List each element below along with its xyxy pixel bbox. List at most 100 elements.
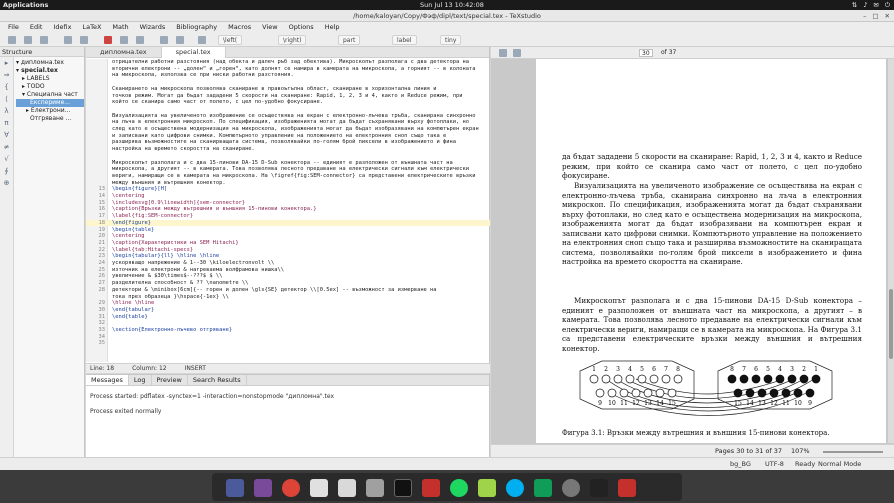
code-line[interactable]: 24 ускоряващо напрежение & 1--30 \kiloel… (86, 260, 490, 266)
menu-options[interactable]: Options (289, 22, 314, 33)
code-line[interactable]: вторични електрони -- „долен“ и „горен“,… (86, 66, 490, 72)
viewer-back-icon[interactable] (499, 49, 507, 57)
tab-messages[interactable]: Messages (86, 375, 129, 385)
inequality-symbols-icon[interactable]: ≠ (0, 141, 13, 153)
tree-item-special-file[interactable]: ▾ special.tex (16, 67, 84, 75)
volume-icon[interactable]: ♪ (863, 0, 867, 10)
menu-help[interactable]: Help (325, 22, 340, 33)
cut-icon[interactable] (104, 36, 112, 44)
delimiter-symbols-icon[interactable]: ⟨ (0, 93, 13, 105)
left-delimiter-dropdown[interactable]: \left( (218, 35, 243, 45)
code-line[interactable]: микроскопа, а другият -- в камерата. Тов… (86, 166, 490, 172)
code-line[interactable]: тока през образеца }\hspace{-1ex} \\ (86, 294, 490, 300)
operator-symbols-icon[interactable]: ⊕ (0, 177, 13, 189)
archive-dock-icon[interactable] (366, 479, 384, 497)
menu-wizards[interactable]: Wizards (140, 22, 166, 33)
code-line[interactable]: отрицателни работни разстояния (над обек… (86, 59, 490, 65)
code-line[interactable]: 22 \label{tab:Hitachi-specs} (86, 247, 490, 253)
pdf-page[interactable]: да бъдат зададени 5 скорости на сканиран… (536, 59, 886, 443)
code-line[interactable]: 19 \begin{table} (86, 227, 490, 233)
menu-macros[interactable]: Macros (228, 22, 251, 33)
maximize-icon[interactable]: □ (872, 10, 878, 22)
viewer-scroll-thumb[interactable] (889, 289, 893, 359)
brace-symbols-icon[interactable]: { (0, 81, 13, 93)
tree-item-todo[interactable]: ▸ TODO (16, 83, 84, 91)
references-dropdown[interactable]: label (392, 35, 417, 45)
system-clock[interactable]: Sun Jul 13 10:42:08 (420, 0, 484, 10)
code-line[interactable]: на лъча в електронния микроскоп. По спец… (86, 119, 490, 125)
chrome-dock-icon[interactable] (282, 479, 300, 497)
code-line[interactable]: 26 увеличение & $30\times$--???$ $ \\ (86, 273, 490, 279)
code-line[interactable]: 35 (86, 340, 490, 346)
close-icon[interactable]: ✕ (885, 10, 890, 22)
menu-math[interactable]: Math (112, 22, 128, 33)
skype-dock-icon[interactable] (506, 479, 524, 497)
code-editor[interactable]: отрицателни работни разстояния (над обек… (86, 59, 490, 362)
code-line[interactable]: 30 \end{tabular} (86, 307, 490, 313)
tab-log[interactable]: Log (129, 375, 152, 385)
tab-preview[interactable]: Preview (152, 375, 188, 385)
code-line[interactable]: 28 детектори & \minibox[6cm]{-- горен и … (86, 287, 490, 293)
page-number-input[interactable]: 30 (639, 49, 653, 57)
terminal-dock-icon[interactable] (394, 479, 412, 497)
right-delimiter-dropdown[interactable]: \right) (278, 35, 307, 45)
code-line[interactable]: 32 (86, 320, 490, 326)
tree-item-annealing[interactable]: Отгряване ... (16, 115, 84, 123)
new-file-icon[interactable] (8, 36, 16, 44)
open-file-icon[interactable] (24, 36, 32, 44)
texmaker-dock-icon[interactable] (254, 479, 272, 497)
integral-symbols-icon[interactable]: ∮ (0, 165, 13, 177)
greek-symbols-icon[interactable]: λ (0, 105, 13, 117)
code-line[interactable]: 17 \label{fig:SEM-connector} (86, 213, 490, 219)
code-line[interactable]: 13 \begin{figure}[H] (86, 186, 490, 192)
code-line[interactable]: точков режим. Могат да бъдат зададени 5 … (86, 93, 490, 99)
pidgin-dock-icon[interactable] (478, 479, 496, 497)
hangouts-dock-icon[interactable] (534, 479, 552, 497)
code-line[interactable]: 16 \caption{Връзки между вътрешния и вън… (86, 206, 490, 212)
code-line[interactable]: 33 \section{Електронно-лъчево отгряване} (86, 327, 490, 333)
zoom-slider[interactable] (823, 451, 883, 453)
settings-dock-icon[interactable] (562, 479, 580, 497)
menu-bibliography[interactable]: Bibliography (176, 22, 217, 33)
mendeley-dock-icon[interactable] (422, 479, 440, 497)
menu-idefix[interactable]: Idefix (53, 22, 71, 33)
menu-latex[interactable]: LaTeX (82, 22, 101, 33)
code-line[interactable]: 20 \centering (86, 233, 490, 239)
root-symbols-icon[interactable]: √ (0, 153, 13, 165)
mendeley-desktop-dock-icon[interactable] (618, 479, 636, 497)
power-icon[interactable]: ⏻ (885, 0, 890, 10)
menu-file[interactable]: File (8, 22, 19, 33)
tree-item-special-part[interactable]: ▾ Специална част (16, 91, 84, 99)
tree-item-labels[interactable]: ▸ LABELS (16, 75, 84, 83)
files-dock-icon[interactable] (310, 479, 328, 497)
code-line[interactable]: който се сканира само част от полето, с … (86, 99, 490, 105)
code-line[interactable]: на микроскопа, използва се при ниски раб… (86, 72, 490, 78)
code-line[interactable]: след като е осъществена модернизация на … (86, 126, 490, 132)
menu-view[interactable]: View (262, 22, 277, 33)
code-line[interactable]: 23 \begin{tabular}{ll} \hline \hline (86, 253, 490, 259)
code-line[interactable]: 18 \end{figure} (86, 219, 490, 227)
code-line[interactable] (86, 153, 490, 159)
code-line[interactable] (86, 79, 490, 85)
code-line[interactable]: Микроскопът разполага и с два 15-пинови … (86, 160, 490, 166)
menu-edit[interactable]: Edit (30, 22, 43, 33)
save-icon[interactable] (40, 36, 48, 44)
code-line[interactable]: между външния и вътрешния конектор. (86, 180, 490, 186)
minimize-icon[interactable]: – (863, 10, 866, 22)
code-line[interactable]: настройка на времето скоростта на сканир… (86, 146, 490, 152)
tree-item-main-file[interactable]: ▾ дипломна.tex (16, 59, 84, 67)
compile-icon[interactable] (160, 36, 168, 44)
code-line[interactable]: разширява възможностите на сканирващата … (86, 139, 490, 145)
code-line[interactable] (86, 106, 490, 112)
code-line[interactable]: вериги, намиращи се в камерата на микрос… (86, 173, 490, 179)
code-line[interactable]: и записвани като цифрови снимки. Компютъ… (86, 133, 490, 139)
code-line[interactable]: 31 \end{table} (86, 314, 490, 320)
redo-icon[interactable] (80, 36, 88, 44)
tab-search-results[interactable]: Search Results (188, 375, 247, 385)
view-pdf-icon[interactable] (176, 36, 184, 44)
viewer-forward-icon[interactable] (513, 49, 521, 57)
code-line[interactable]: 34 (86, 334, 490, 340)
code-line[interactable]: 29 \hline \hline (86, 300, 490, 306)
code-line[interactable]: 15 \includesvg[0.9\linewidth]{sem-connec… (86, 200, 490, 206)
code-line[interactable]: 27 разделителна способност & ?? \nanomet… (86, 280, 490, 286)
